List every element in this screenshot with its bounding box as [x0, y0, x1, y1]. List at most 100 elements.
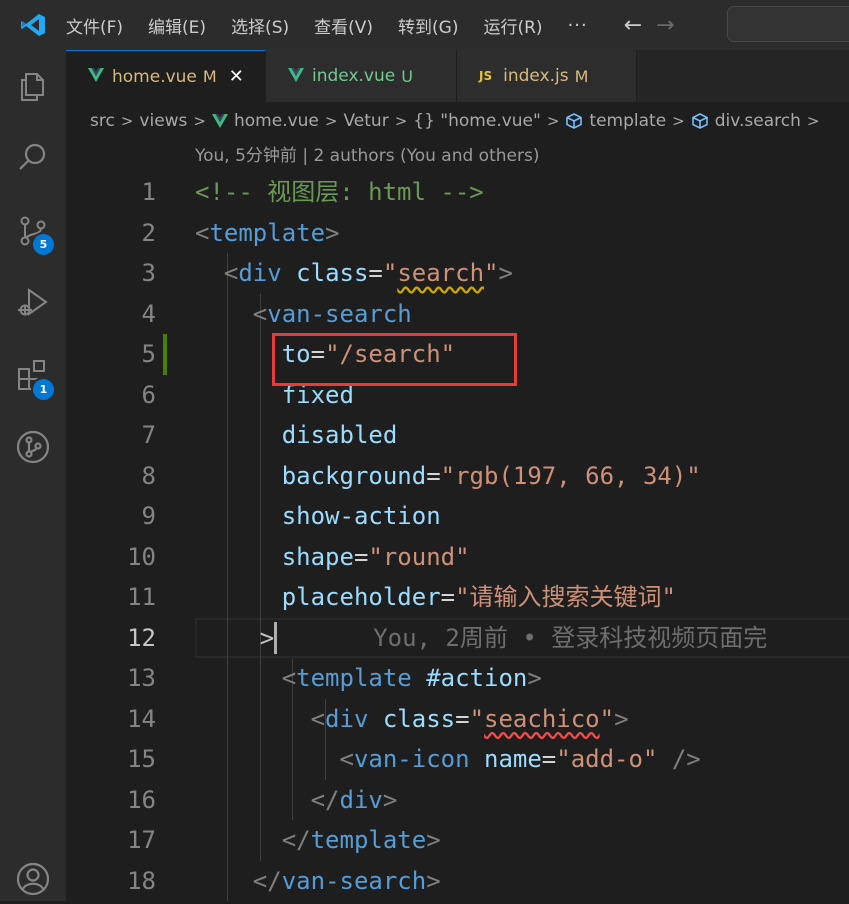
code-line[interactable]: 2 <template> — [66, 213, 849, 254]
menu-bar: 文件(F) 编辑(E) 选择(S) 查看(V) 转到(G) 运行(R) — [66, 0, 568, 50]
tab-index-vue[interactable]: index.vue U — [266, 50, 457, 102]
code-token: = — [440, 583, 456, 611]
text-cursor — [274, 621, 277, 654]
code-token: < — [195, 218, 210, 247]
code-token: template — [310, 826, 427, 854]
account-icon[interactable] — [0, 854, 66, 904]
close-icon[interactable]: ✕ — [229, 66, 244, 87]
tab-modified-status: M — [574, 66, 589, 86]
code-line[interactable]: 7 disabled — [66, 415, 849, 456]
chevron-right-icon: > — [546, 112, 560, 130]
code-line[interactable]: 3 <div class="search"> — [66, 253, 849, 294]
code-line[interactable]: 18 </van-search> — [66, 861, 849, 902]
forward-arrow-icon[interactable]: → — [656, 13, 674, 38]
code-token: </ — [310, 785, 340, 814]
extensions-badge: 1 — [31, 377, 56, 402]
git-graph-icon[interactable] — [0, 422, 66, 472]
vue-icon — [212, 114, 228, 128]
code-token: div — [238, 259, 282, 287]
tab-home-vue[interactable]: home.vue M ✕ — [66, 50, 266, 102]
menu-more-button[interactable]: ··· — [568, 15, 588, 36]
breadcrumb-item-template[interactable]: template — [589, 111, 666, 131]
code-line[interactable]: 15 <van-icon name="add-o" /> — [66, 739, 849, 780]
code-token: < — [339, 745, 354, 773]
breadcrumb-item-src[interactable]: src — [90, 111, 115, 131]
menu-item[interactable]: 编辑(E) — [148, 13, 206, 38]
breadcrumb-item-file[interactable]: home.vue — [234, 111, 319, 131]
menu-item[interactable]: 文件(F) — [66, 13, 123, 38]
code-token: class — [296, 259, 369, 287]
code-token: placeholder — [281, 583, 441, 611]
highlight-box — [272, 333, 517, 386]
code-token: < — [281, 664, 297, 692]
code-token: seachico — [484, 704, 600, 733]
code-line[interactable]: 4 <van-search — [66, 294, 849, 335]
js-icon: JS — [479, 69, 493, 83]
code-token: "round" — [368, 542, 470, 571]
code-line[interactable]: 11 placeholder="请输入搜索关键词" — [66, 577, 849, 618]
breadcrumb-item-vetur[interactable]: Vetur — [343, 111, 388, 131]
code-text: disabled — [195, 415, 398, 456]
code-text: background="rgb(197, 66, 34)" — [195, 456, 701, 497]
chevron-right-icon: > — [672, 112, 685, 130]
search-icon[interactable] — [0, 132, 66, 182]
code-line[interactable]: 16 </div> — [66, 780, 849, 821]
code-line[interactable]: 8 background="rgb(197, 66, 34)" — [66, 456, 849, 497]
tab-untracked-status: U — [401, 66, 413, 86]
fold-chevron-icon[interactable]: > — [260, 618, 274, 659]
code-line[interactable]: 12 > You, 2周前 • 登录科技视频页面完 — [66, 618, 849, 659]
code-line[interactable]: 1 <!-- 视图层: html --> — [66, 172, 849, 213]
code-text: <div class="seachico"> — [195, 699, 629, 740]
code-line[interactable]: 13 <template #action> — [66, 658, 849, 699]
breadcrumb-item-module[interactable]: {} "home.vue" — [413, 111, 541, 131]
menu-item[interactable]: 查看(V) — [314, 13, 373, 38]
code-text: <div class="search"> — [195, 253, 513, 294]
code-line[interactable]: 9 show-action — [66, 496, 849, 537]
breadcrumb-item-div-search[interactable]: div.search — [715, 111, 801, 131]
menu-item[interactable]: 选择(S) — [231, 13, 289, 38]
command-center-search[interactable] — [727, 6, 849, 42]
line-number: 5 — [141, 340, 156, 368]
code-token: = — [455, 704, 470, 733]
code-token: < — [252, 299, 268, 328]
scm-badge: 5 — [31, 232, 56, 257]
code-line[interactable]: 17 </template> — [66, 820, 849, 861]
code-token: background — [281, 461, 427, 490]
menu-item[interactable]: 转到(G) — [398, 13, 458, 38]
line-number: 14 — [127, 704, 156, 733]
code-token: van-search — [281, 866, 427, 895]
tab-index-js[interactable]: JS index.js M — [457, 50, 637, 102]
tab-label: home.vue — [112, 66, 197, 87]
activity-bar: 5 1 — [0, 50, 66, 901]
code-token: class — [382, 704, 456, 733]
code-editor[interactable]: You, 5分钟前 | 2 authors (You and others) 1… — [66, 140, 849, 901]
breadcrumb-item-views[interactable]: views — [139, 111, 187, 131]
code-text: <template> — [195, 213, 340, 254]
code-token: template — [296, 664, 412, 692]
explorer-icon[interactable] — [0, 62, 66, 112]
back-arrow-icon[interactable]: ← — [624, 13, 642, 38]
code-line[interactable]: 10 shape="round" — [66, 537, 849, 578]
code-text: </van-search> — [195, 861, 441, 902]
chevron-right-icon: > — [193, 112, 206, 130]
line-number: 18 — [127, 866, 156, 895]
codelens-blame[interactable]: You, 5分钟前 | 2 authors (You and others) — [195, 140, 539, 172]
code-text: <!-- 视图层: html --> — [195, 172, 484, 213]
code-token: > — [498, 259, 513, 287]
cube-symbol-icon — [691, 112, 709, 130]
run-debug-icon[interactable] — [0, 278, 66, 328]
code-token: " — [484, 259, 499, 287]
code-text: show-action — [195, 496, 441, 537]
code-line[interactable]: 14 <div class="seachico"> — [66, 699, 849, 740]
code-token: = — [353, 542, 369, 571]
menu-item[interactable]: 运行(R) — [483, 13, 542, 38]
code-text: <van-search — [195, 294, 412, 335]
code-token: = — [368, 259, 383, 287]
